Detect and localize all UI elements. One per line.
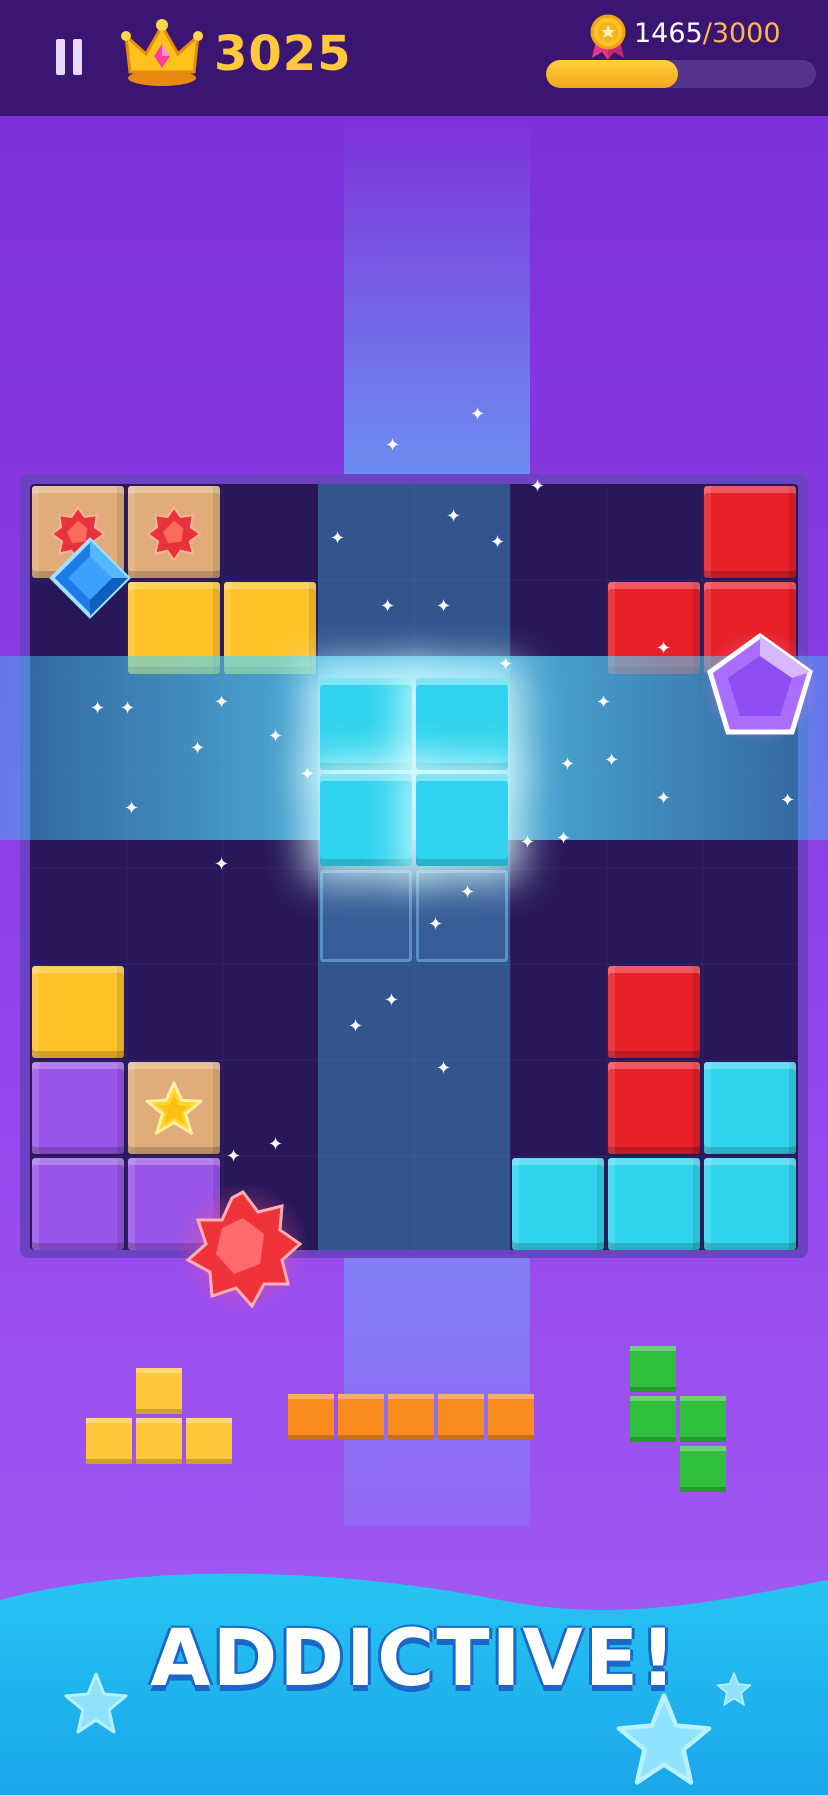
tray-block [338, 1394, 384, 1440]
level-progress-text: 1465/3000 [634, 18, 781, 49]
board-block [32, 1158, 124, 1250]
sparkle-icon: ✦ [90, 698, 106, 719]
board-block [608, 1062, 700, 1154]
banner-headline: ADDICTIVE! [150, 1614, 678, 1704]
board-block [704, 486, 796, 578]
sparkle-icon: ✦ [560, 754, 576, 775]
sparkle-icon: ✦ [596, 692, 612, 713]
sparkle-icon: ✦ [268, 726, 284, 747]
sparkle-icon: ✦ [330, 528, 346, 549]
cleared-block [416, 774, 508, 866]
sparkle-icon: ✦ [385, 435, 401, 456]
progress-target: 3000 [711, 18, 781, 49]
sparkle-icon: ✦ [520, 832, 536, 853]
board-block [32, 1062, 124, 1154]
sparkle-icon: ✦ [656, 788, 672, 809]
blue-diamond-gem-icon [49, 537, 131, 619]
sparkle-icon: ✦ [380, 596, 396, 617]
red-star-gem-icon [146, 504, 202, 560]
sparkle-icon: ✦ [124, 798, 140, 819]
tray-block [288, 1394, 334, 1440]
top-bar: 3025 1465/3000 [0, 0, 828, 116]
cleared-block [416, 678, 508, 770]
board-block [608, 1158, 700, 1250]
grid-line [606, 484, 607, 1250]
progress-current: 1465 [634, 18, 703, 49]
sparkle-icon: ✦ [604, 750, 620, 771]
cleared-block [320, 678, 412, 770]
sparkle-icon: ✦ [214, 854, 230, 875]
tray-block [680, 1396, 726, 1442]
sparkle-icon: ✦ [348, 1016, 364, 1037]
sparkle-icon: ✦ [384, 990, 400, 1011]
pause-icon-bar [73, 39, 82, 75]
sparkle-icon: ✦ [300, 764, 316, 785]
sparkle-icon: ✦ [446, 506, 462, 527]
sparkle-icon: ✦ [460, 882, 476, 903]
crown-icon [121, 19, 203, 86]
tray-block [630, 1346, 676, 1392]
purple-pentagon-gem-icon [702, 630, 818, 746]
red-star-gem-icon [177, 1183, 309, 1315]
sparkle-icon: ✦ [190, 738, 206, 759]
sparkle-icon: ✦ [498, 654, 514, 675]
board-block [32, 966, 124, 1058]
tray-block [438, 1394, 484, 1440]
sparkle-icon: ✦ [436, 1058, 452, 1079]
sparkle-icon: ✦ [120, 698, 136, 719]
board-block [128, 486, 220, 578]
sparkle-icon: ✦ [436, 596, 452, 617]
tray-block [630, 1396, 676, 1442]
sparkle-icon: ✦ [226, 1146, 242, 1167]
sparkle-icon: ✦ [428, 914, 444, 935]
sparkle-icon: ✦ [214, 692, 230, 713]
score-value: 3025 [214, 26, 352, 82]
sparkle-icon: ✦ [490, 532, 506, 553]
cleared-block [320, 774, 412, 866]
tray-block [136, 1368, 182, 1414]
tray-block [186, 1418, 232, 1464]
pause-icon [56, 39, 65, 75]
sparkle-icon: ✦ [470, 404, 486, 425]
level-progress-fill [546, 60, 679, 88]
pause-button[interactable] [44, 32, 94, 82]
tray-block [86, 1418, 132, 1464]
tray-piece-s[interactable] [630, 1346, 730, 1496]
game-board[interactable] [30, 484, 798, 1250]
board-block [704, 1062, 796, 1154]
sparkle-icon: ✦ [780, 790, 796, 811]
sparkle-icon: ✦ [530, 476, 546, 497]
sparkle-icon: ✦ [268, 1134, 284, 1155]
progress-separator: / [702, 18, 712, 49]
placement-preview-cell [320, 870, 412, 962]
sparkle-icon: ✦ [656, 638, 672, 659]
grid-line [702, 484, 703, 1250]
star-decoration-icon [616, 1693, 712, 1785]
tray-block [136, 1418, 182, 1464]
board-block [128, 1062, 220, 1154]
clear-light-beam-board [318, 484, 510, 1250]
tray-block [680, 1446, 726, 1492]
yellow-star-gem-icon [145, 1079, 203, 1137]
level-progress-bar [546, 60, 816, 88]
tray-block [488, 1394, 534, 1440]
board-block [608, 966, 700, 1058]
sparkle-icon: ✦ [556, 828, 572, 849]
medal-icon [590, 14, 626, 60]
tray-block [388, 1394, 434, 1440]
board-block [704, 1158, 796, 1250]
tray-piece-t[interactable] [86, 1368, 236, 1468]
board-block [512, 1158, 604, 1250]
grid-line [510, 484, 511, 1250]
tray-piece-line[interactable] [288, 1394, 538, 1442]
